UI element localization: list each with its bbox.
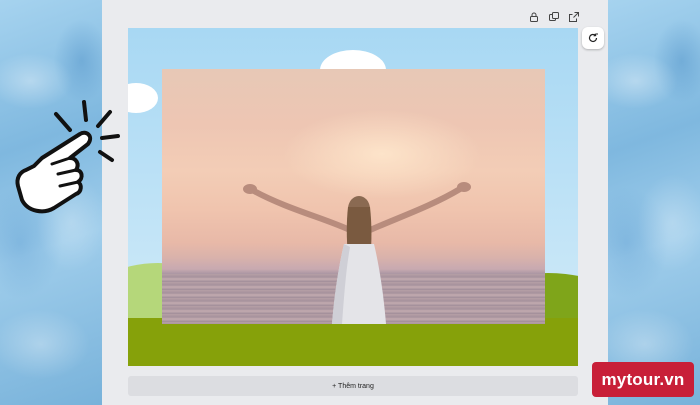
- pointing-hand-icon: [15, 100, 120, 214]
- photo-woman-sunset[interactable]: [162, 69, 545, 324]
- editor-workspace: + Thêm trang: [102, 0, 608, 405]
- watermark-badge: mytour.vn: [592, 362, 694, 397]
- page-toolbar: [528, 11, 580, 23]
- refresh-icon: [588, 33, 598, 43]
- watermark-text: mytour.vn: [601, 369, 685, 389]
- share-icon[interactable]: [568, 11, 580, 23]
- lock-icon[interactable]: [528, 11, 540, 23]
- add-page-button[interactable]: + Thêm trang: [128, 376, 578, 396]
- woman-silhouette: [243, 182, 471, 324]
- design-canvas[interactable]: [128, 28, 578, 366]
- watercolor-background-right: [608, 0, 700, 405]
- duplicate-icon[interactable]: [548, 11, 560, 23]
- add-page-label: + Thêm trang: [332, 382, 374, 390]
- cloud-shape: [128, 83, 158, 113]
- grass-ground: [128, 318, 578, 366]
- refresh-button[interactable]: [582, 27, 604, 49]
